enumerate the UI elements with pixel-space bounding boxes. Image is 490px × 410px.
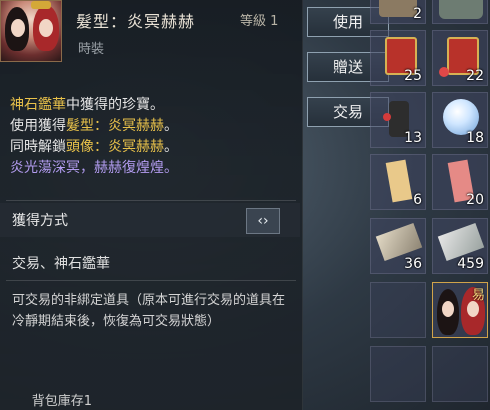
item-category: 時裝	[78, 42, 105, 57]
inventory-slot[interactable]: 6	[370, 154, 426, 210]
item-title: 髮型：炎冥赫赫	[76, 12, 196, 31]
inventory-slot[interactable]: 18	[432, 92, 488, 148]
inventory-slot[interactable]	[432, 346, 488, 402]
inventory-slot[interactable]: 2	[370, 0, 426, 24]
inventory-slot[interactable]: 25	[370, 30, 426, 86]
inventory-slot[interactable]	[370, 346, 426, 402]
inventory-slot[interactable]: 13	[370, 92, 426, 148]
inventory-slot-selected[interactable]: 易	[432, 282, 488, 338]
inventory-slot[interactable]	[432, 0, 488, 24]
tradeable-tag: 易	[471, 288, 485, 303]
trade-status-note: 可交易的非綁定道具（原本可進行交易的道具在冷靜期結束後，恢復為可交易狀態）	[12, 293, 286, 329]
acquisition-expand-button[interactable]: ‹›	[246, 208, 280, 234]
item-avatar	[0, 0, 62, 62]
item-description: 神石鑑華中獲得的珍寶。 使用獲得髮型：炎冥赫赫。 同時解鎖頭像：炎冥赫赫。 炎光…	[10, 97, 178, 176]
item-level: 等級 1	[240, 14, 279, 29]
inventory-slot[interactable]: 20	[432, 154, 488, 210]
item-tooltip: 髮型：炎冥赫赫 時裝 等級 1 神石鑑華中獲得的珍寶。 使用獲得髮型：炎冥赫赫。…	[0, 0, 303, 410]
acquisition-title: 獲得方式	[12, 213, 68, 229]
inventory-slot[interactable]	[370, 282, 426, 338]
arrow-right-icon: ‹›	[257, 213, 269, 229]
inventory-slot[interactable]: 459	[432, 218, 488, 274]
inventory-stock: 背包庫存1	[31, 394, 92, 409]
divider	[6, 280, 296, 281]
acquisition-methods: 交易、神石鑑華	[12, 256, 110, 272]
inventory-slot[interactable]: 36	[370, 218, 426, 274]
inventory-slot[interactable]: 22	[432, 30, 488, 86]
divider	[6, 200, 296, 201]
